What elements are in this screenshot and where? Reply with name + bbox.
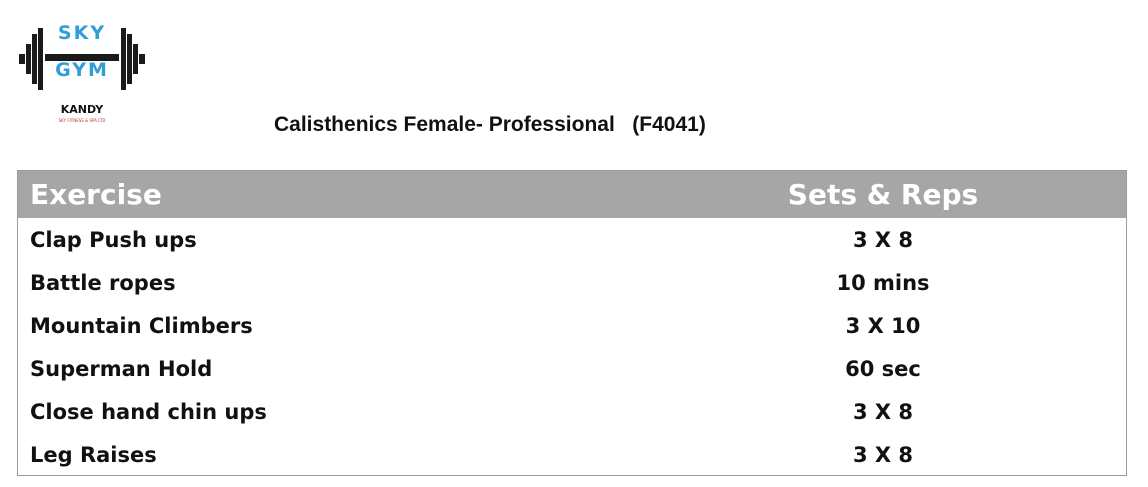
- logo-text-sky: SKY: [57, 22, 107, 44]
- table-row: Clap Push ups 3 X 8: [18, 218, 1126, 261]
- exercise-table: Exercise Sets & Reps Clap Push ups 3 X 8…: [17, 170, 1127, 476]
- exercise-name: Leg Raises: [30, 442, 157, 467]
- logo-city: KANDY: [60, 103, 104, 116]
- sets-reps-value: 3 X 8: [852, 227, 914, 252]
- sky-gym-logo: SKY GYM KANDY SKY FITNESS & SPA LTD: [17, 20, 147, 125]
- table-row: Mountain Climbers 3 X 10: [18, 304, 1126, 347]
- sets-reps-value: 60 sec: [845, 356, 921, 381]
- exercise-name: Mountain Climbers: [30, 313, 253, 338]
- table-row: Battle ropes 10 mins: [18, 261, 1126, 304]
- logo-text-gym: GYM: [55, 59, 109, 81]
- exercise-name: Battle ropes: [30, 270, 176, 295]
- table-row: Close hand chin ups 3 X 8: [18, 390, 1126, 433]
- document-title: Calisthenics Female- Professional (F4041…: [274, 113, 706, 136]
- table-row: Superman Hold 60 sec: [18, 347, 1126, 390]
- table-row: Leg Raises 3 X 8: [18, 433, 1126, 476]
- logo-tagline: SKY FITNESS & SPA LTD: [58, 118, 106, 123]
- exercise-name: Close hand chin ups: [30, 399, 267, 424]
- sets-reps-value: 10 mins: [836, 270, 930, 295]
- table-header-row: Exercise Sets & Reps: [18, 171, 1126, 218]
- exercise-name: Clap Push ups: [30, 227, 197, 252]
- header-sets-reps: Sets & Reps: [787, 178, 979, 211]
- header-exercise: Exercise: [30, 178, 162, 211]
- sets-reps-value: 3 X 8: [852, 442, 914, 467]
- exercise-name: Superman Hold: [30, 356, 213, 381]
- sets-reps-value: 3 X 10: [845, 313, 921, 338]
- sets-reps-value: 3 X 8: [852, 399, 914, 424]
